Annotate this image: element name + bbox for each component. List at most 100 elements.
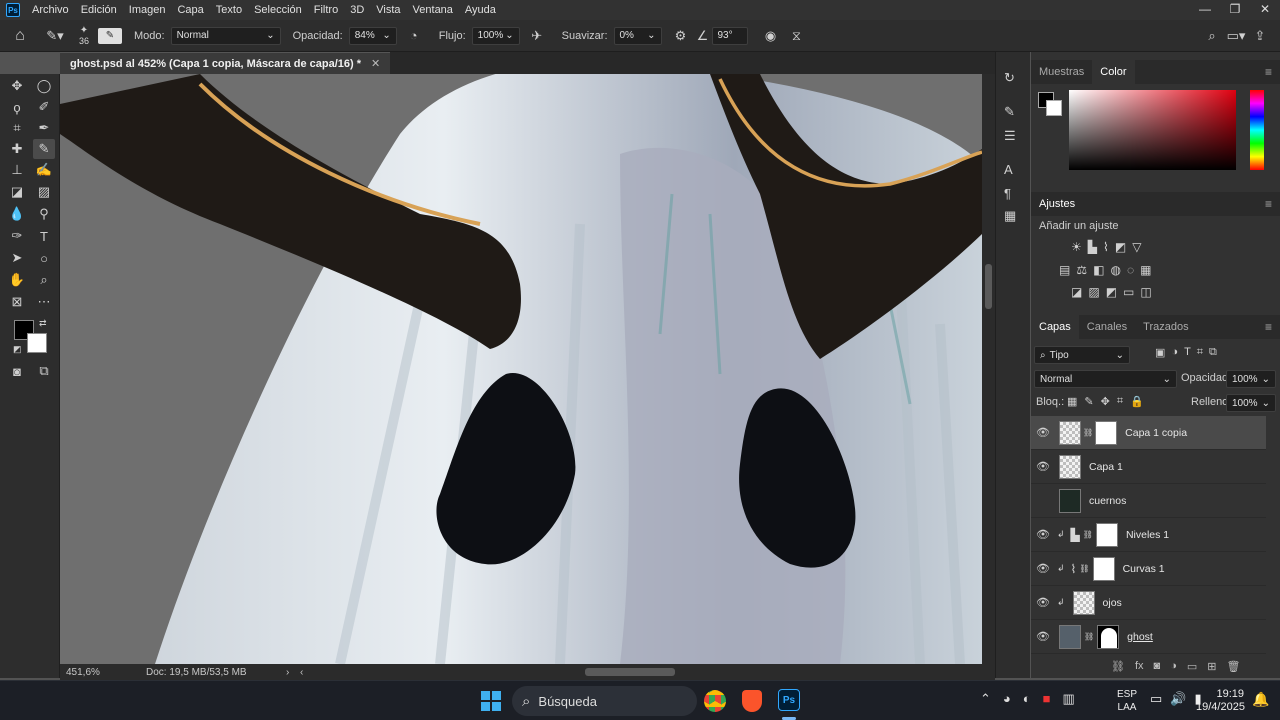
smoothing-field[interactable]: 0% ⌄ [613, 26, 662, 45]
brightness-icon[interactable]: ☀ [1071, 240, 1082, 254]
zoom-level[interactable]: 451,6% [66, 667, 146, 678]
quick-select-tool-icon[interactable]: ✐ [33, 97, 55, 117]
panel-menu-icon[interactable]: ≡ [1265, 197, 1272, 211]
language-indicator[interactable]: ESP LAA [1117, 688, 1137, 714]
hue-slider[interactable] [1250, 90, 1264, 170]
invert-icon[interactable]: ◪ [1071, 285, 1082, 299]
adjustments-panel-icon[interactable]: ☰ [1004, 128, 1016, 144]
menu-filtro[interactable]: Filtro [308, 4, 344, 16]
tab-swatches[interactable]: Muestras [1031, 60, 1092, 84]
share-icon[interactable]: ⇪ [1248, 28, 1272, 44]
paragraph-panel-icon[interactable]: ¶ [1004, 186, 1011, 201]
selective-color-icon[interactable]: ◫ [1140, 285, 1151, 299]
more-tools-icon[interactable]: ⋯ [33, 292, 55, 312]
volume-icon[interactable]: 🔊 [1170, 691, 1186, 707]
tab-channels[interactable]: Canales [1079, 315, 1135, 339]
zoom-tool-icon[interactable]: ⌕ [33, 270, 55, 290]
photoshop-taskbar-icon[interactable]: Ps [778, 689, 800, 711]
hand-tool-icon[interactable]: ✋ [6, 270, 28, 290]
lock-artboard-icon[interactable]: ⌗ [1117, 395, 1123, 408]
close-tab-icon[interactable]: ✕ [371, 57, 380, 70]
move-tool-icon[interactable]: ✥ [6, 76, 28, 96]
background-color-swatch[interactable] [27, 333, 47, 353]
layer-opacity-field[interactable]: 100% ⌄ [1226, 370, 1276, 388]
color-field[interactable] [1069, 90, 1236, 170]
link-layers-icon[interactable]: ⛓ [1111, 660, 1125, 673]
gradient-tool-icon[interactable]: ▨ [33, 182, 55, 202]
tab-paths[interactable]: Trazados [1135, 315, 1196, 339]
close-icon[interactable]: ✕ [1250, 0, 1280, 20]
eraser-tool-icon[interactable]: ◪ [6, 182, 28, 202]
lock-all-icon[interactable]: 🔒 [1130, 395, 1144, 408]
filter-type-icon[interactable]: T [1184, 346, 1191, 359]
layer-row[interactable]: 👁 Capa 1 [1031, 450, 1266, 484]
swap-colors-icon[interactable]: ⇄ [39, 318, 47, 329]
menu-imagen[interactable]: Imagen [123, 4, 172, 16]
blend-mode-select[interactable]: Normal ⌄ [1034, 370, 1177, 388]
link-icon[interactable]: ⛓ [1083, 428, 1093, 437]
filter-shape-icon[interactable]: ⌗ [1197, 346, 1203, 359]
libraries-panel-icon[interactable]: ▦ [1004, 208, 1016, 224]
layer-row[interactable]: cuernos [1031, 484, 1266, 518]
opacity-field[interactable]: 84% ⌄ [348, 26, 397, 45]
network-icon[interactable]: ▭ [1150, 691, 1162, 707]
crop-tool-icon[interactable]: ⌗ [6, 118, 28, 138]
chrome-icon[interactable] [704, 690, 726, 712]
layer-filter-select[interactable]: ⌕ Tipo ⌄ [1034, 346, 1130, 364]
angle-field[interactable]: 93° [711, 26, 748, 45]
chevron-left-icon[interactable]: ‹ [300, 667, 314, 678]
brave-icon[interactable] [742, 690, 762, 712]
posterize-icon[interactable]: ▨ [1088, 285, 1099, 299]
menu-edicion[interactable]: Edición [75, 4, 123, 16]
brush-preset-icon[interactable]: ✎▾ [40, 28, 70, 44]
levels-icon[interactable]: ▙ [1088, 240, 1097, 254]
filter-pixel-icon[interactable]: ▣ [1155, 346, 1165, 359]
menu-ayuda[interactable]: Ayuda [459, 4, 502, 16]
vibrance-icon[interactable]: ▽ [1132, 240, 1141, 254]
exposure-icon[interactable]: ◩ [1115, 240, 1126, 254]
layer-mask-thumbnail[interactable] [1097, 624, 1120, 649]
menu-vista[interactable]: Vista [370, 4, 406, 16]
menu-ventana[interactable]: Ventana [407, 4, 459, 16]
layer-row[interactable]: 👁 ⛓ ghost [1031, 620, 1266, 654]
steam-icon[interactable]: ◐ [1023, 691, 1031, 707]
default-colors-icon[interactable]: ◩ [13, 344, 22, 355]
pen-tool-icon[interactable]: ✑ [6, 226, 28, 246]
restore-icon[interactable]: ❐ [1220, 0, 1250, 20]
brush-settings-panel-icon[interactable]: ✎ [1004, 104, 1015, 120]
visibility-eye-icon[interactable]: 👁 [1031, 528, 1055, 541]
brush-size-picker[interactable]: ✦ 36 [70, 25, 98, 46]
link-icon[interactable]: ⛓ [1083, 530, 1093, 539]
workspace-icon[interactable]: ▭▾ [1224, 28, 1248, 44]
clock[interactable]: 19:19 19/4/2025 [1196, 688, 1245, 714]
lasso-tool-icon[interactable]: ϙ [6, 97, 28, 117]
photo-filter-icon[interactable]: ◍ [1110, 263, 1120, 277]
quick-mask-icon[interactable]: ◙ [6, 361, 28, 381]
link-icon[interactable]: ⛓ [1084, 632, 1094, 641]
layer-row[interactable]: 👁 ↲ ⌇ ⛓ Curvas 1 [1031, 552, 1266, 586]
marquee-tool-icon[interactable]: ◯ [33, 76, 55, 96]
type-tool-icon[interactable]: T [33, 226, 55, 246]
new-group-icon[interactable]: ▭ [1187, 660, 1197, 673]
layer-row[interactable]: 👁 ↲ ojos [1031, 586, 1266, 620]
delete-layer-icon[interactable]: 🗑 [1226, 660, 1240, 673]
visibility-eye-icon[interactable]: 👁 [1031, 562, 1055, 575]
pressure-opacity-icon[interactable]: ◔ [401, 28, 427, 43]
menu-capa[interactable]: Capa [171, 4, 209, 16]
search-icon[interactable]: ⌕ [1200, 28, 1224, 44]
curves-icon[interactable]: ⌇ [1103, 240, 1109, 254]
history-icon[interactable]: ↻ [1004, 70, 1015, 86]
flow-field[interactable]: 100% ⌄ [471, 26, 520, 45]
layer-mask-thumbnail[interactable] [1095, 420, 1118, 445]
vertical-scroll-thumb[interactable] [985, 264, 992, 309]
color-lookup-icon[interactable]: ▦ [1140, 263, 1151, 277]
link-icon[interactable]: ⛓ [1079, 564, 1089, 573]
app-tray-icon[interactable]: ■ [1043, 691, 1051, 707]
artboard-tool-icon[interactable]: ⊠ [6, 292, 28, 312]
dodge-tool-icon[interactable]: ⚲ [33, 204, 55, 224]
path-selection-tool-icon[interactable]: ➤ [6, 248, 28, 268]
hue-saturation-icon[interactable]: ▤ [1059, 263, 1070, 277]
panel-menu-icon[interactable]: ≡ [1265, 320, 1272, 334]
canvas[interactable] [60, 74, 982, 664]
new-adjustment-icon[interactable]: ◑ [1170, 660, 1177, 673]
